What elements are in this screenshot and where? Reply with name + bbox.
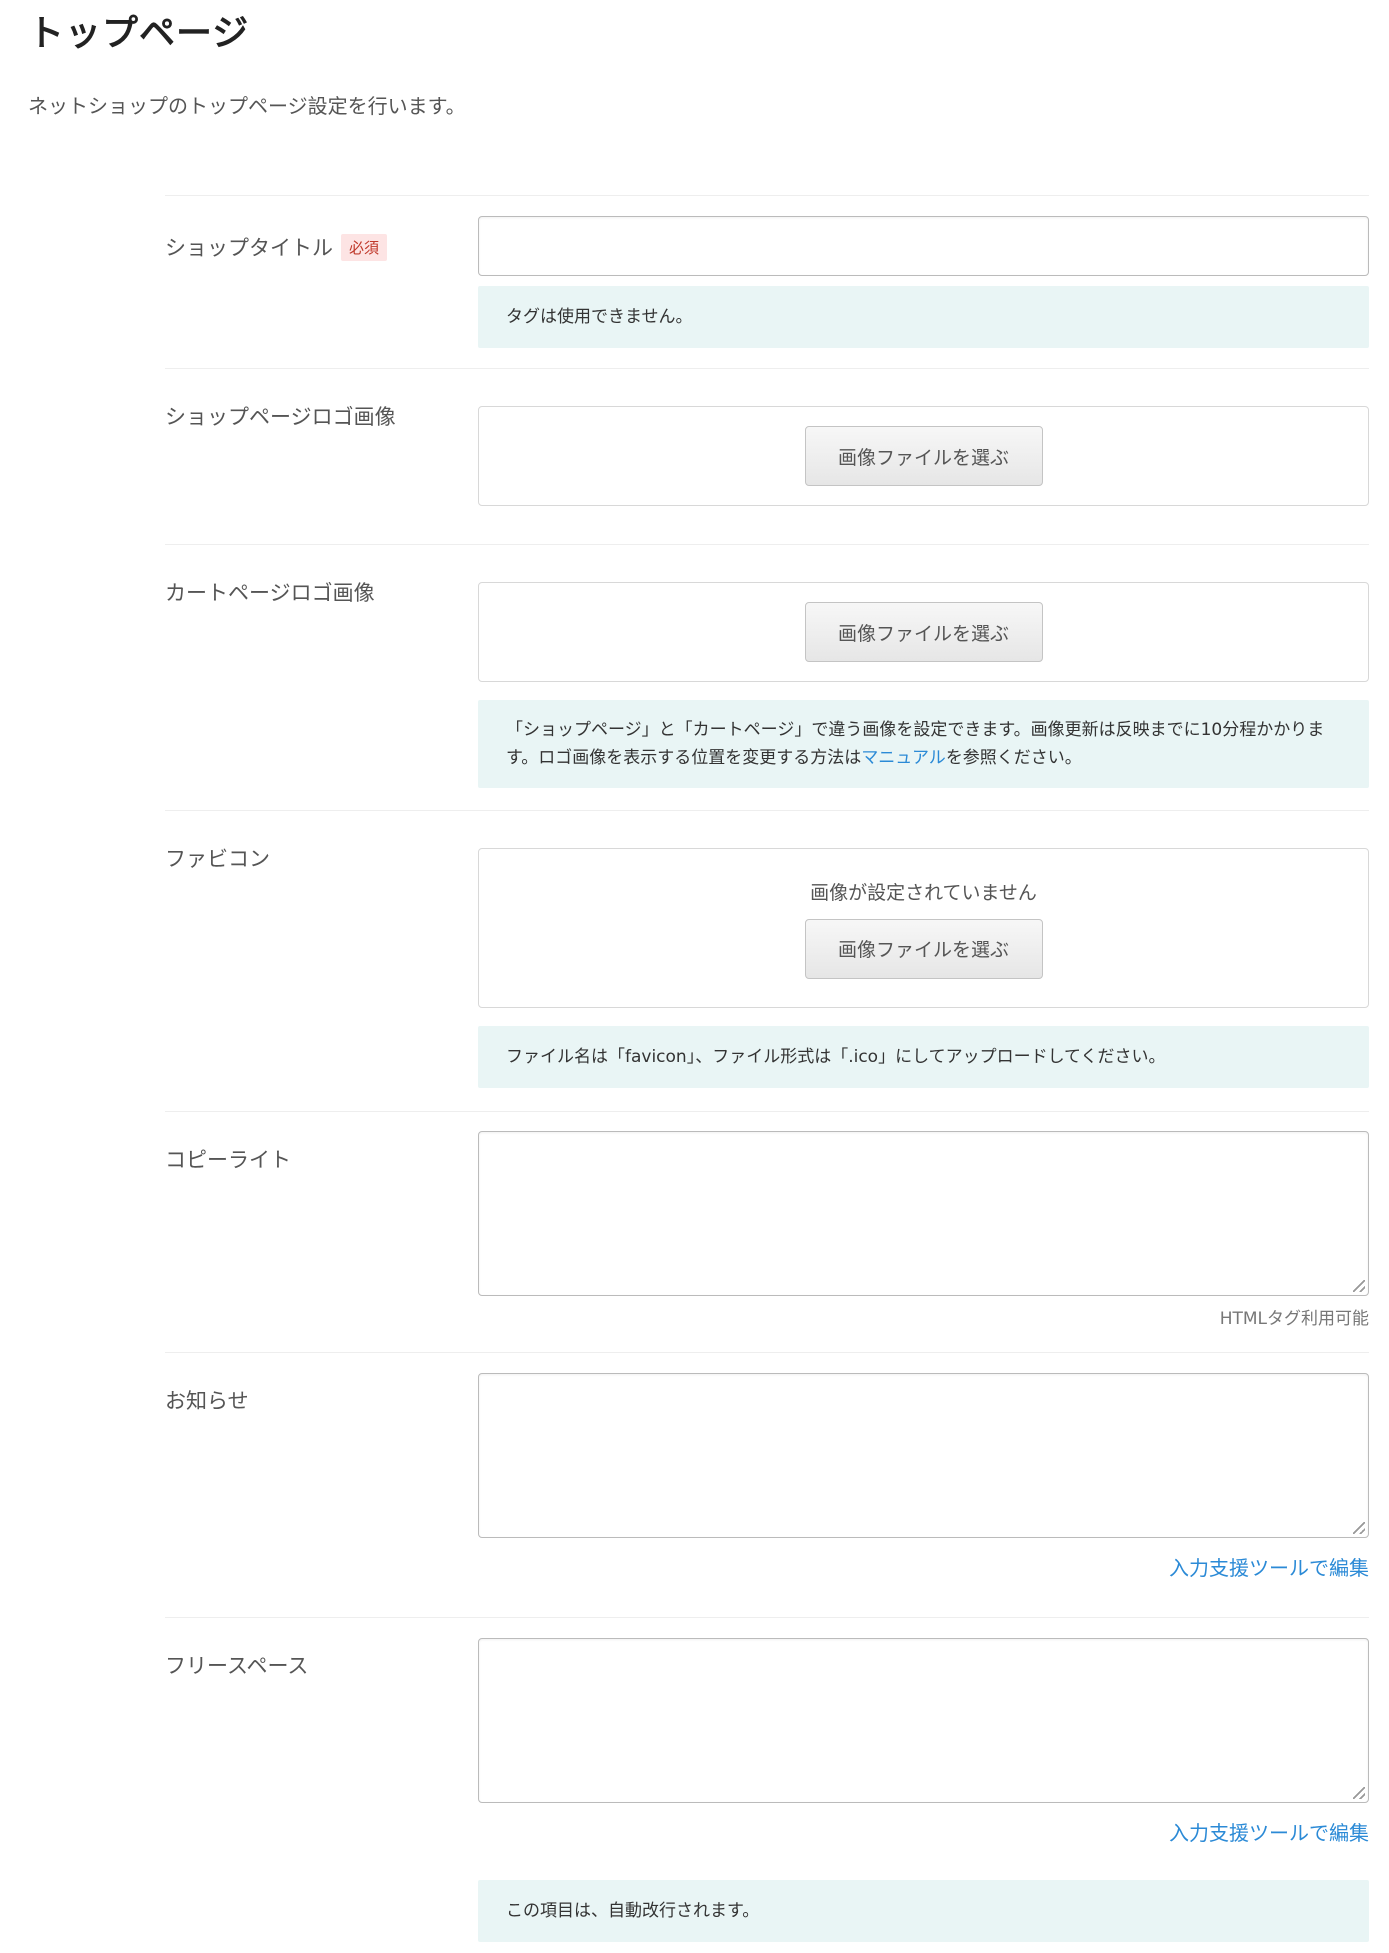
notice-textarea-wrap bbox=[478, 1373, 1369, 1538]
cart-logo-note-tail: を参照ください。 bbox=[945, 748, 1082, 768]
shop-title-note: タグは使用できません。 bbox=[478, 286, 1369, 348]
page-title: トップページ bbox=[28, 13, 250, 54]
favicon-label: ファビコン bbox=[165, 847, 270, 871]
free-space-note: この項目は、自動改行されます。 bbox=[478, 1880, 1369, 1942]
settings-form: ショップタイトル 必須 タグは使用できません。 ショップページロゴ画像 画像ファ… bbox=[165, 195, 1369, 1953]
page: トップページ ネットショップのトップページ設定を行います。 ショップタイトル 必… bbox=[0, 0, 1389, 1953]
free-space-textarea[interactable] bbox=[478, 1638, 1369, 1803]
shop-logo-choose-file-button[interactable]: 画像ファイルを選ぶ bbox=[804, 426, 1043, 486]
shop-logo-row: ショップページロゴ画像 画像ファイルを選ぶ bbox=[165, 369, 1369, 544]
free-space-label-group: フリースペース bbox=[165, 1618, 478, 1680]
copyright-textarea-wrap bbox=[478, 1131, 1369, 1296]
copyright-label: コピーライト bbox=[165, 1148, 291, 1172]
copyright-field: HTMLタグ利用可能 bbox=[478, 1112, 1369, 1329]
favicon-row: ファビコン 画像が設定されていません 画像ファイルを選ぶ ファイル名は「favi… bbox=[165, 811, 1369, 1111]
shop-logo-field: 画像ファイルを選ぶ bbox=[478, 369, 1369, 506]
shop-title-label-group: ショップタイトル 必須 bbox=[165, 196, 478, 262]
resize-handle-icon[interactable] bbox=[1353, 1522, 1365, 1534]
notice-field: 入力支援ツールで編集 bbox=[478, 1353, 1369, 1581]
favicon-note: ファイル名は「favicon」、ファイル形式は「.ico」にしてアップロードして… bbox=[478, 1026, 1369, 1088]
copyright-row: コピーライト HTMLタグ利用可能 bbox=[165, 1112, 1369, 1352]
notice-label: お知らせ bbox=[165, 1389, 249, 1413]
cart-logo-row: カートページロゴ画像 画像ファイルを選ぶ 「ショップページ」と「カートページ」で… bbox=[165, 545, 1369, 810]
cart-logo-note: 「ショップページ」と「カートページ」で違う画像を設定できます。画像更新は反映まで… bbox=[478, 700, 1369, 788]
cart-logo-label: カートページロゴ画像 bbox=[165, 581, 375, 605]
shop-logo-label: ショップページロゴ画像 bbox=[165, 405, 396, 429]
cart-logo-upload-box: 画像ファイルを選ぶ bbox=[478, 582, 1369, 682]
favicon-status: 画像が設定されていません bbox=[810, 881, 1037, 904]
notice-textarea[interactable] bbox=[478, 1373, 1369, 1538]
shop-title-field: タグは使用できません。 bbox=[478, 196, 1369, 348]
cart-logo-choose-file-button[interactable]: 画像ファイルを選ぶ bbox=[804, 602, 1043, 662]
free-space-textarea-wrap bbox=[478, 1638, 1369, 1803]
resize-handle-icon[interactable] bbox=[1353, 1787, 1365, 1799]
favicon-choose-file-button[interactable]: 画像ファイルを選ぶ bbox=[804, 918, 1043, 979]
required-badge: 必須 bbox=[341, 233, 388, 261]
cart-logo-field: 画像ファイルを選ぶ 「ショップページ」と「カートページ」で違う画像を設定できます… bbox=[478, 545, 1369, 788]
notice-label-group: お知らせ bbox=[165, 1353, 478, 1415]
page-description: ネットショップのトップページ設定を行います。 bbox=[28, 94, 466, 118]
free-space-field: 入力支援ツールで編集 この項目は、自動改行されます。 bbox=[478, 1618, 1369, 1942]
html-allowed-note: HTMLタグ利用可能 bbox=[1219, 1309, 1369, 1329]
free-space-row: フリースペース 入力支援ツールで編集 この項目は、自動改行されます。 bbox=[165, 1618, 1369, 1953]
shop-logo-upload-box: 画像ファイルを選ぶ bbox=[478, 406, 1369, 506]
manual-link[interactable]: マニュアル bbox=[861, 748, 946, 768]
cart-logo-label-group: カートページロゴ画像 bbox=[165, 545, 478, 607]
free-space-edit-tool-link[interactable]: 入力支援ツールで編集 bbox=[478, 1817, 1369, 1846]
shop-logo-label-group: ショップページロゴ画像 bbox=[165, 369, 478, 431]
notice-row: お知らせ 入力支援ツールで編集 bbox=[165, 1353, 1369, 1617]
copyright-label-group: コピーライト bbox=[165, 1112, 478, 1174]
notice-edit-tool-link[interactable]: 入力支援ツールで編集 bbox=[478, 1552, 1369, 1581]
favicon-label-group: ファビコン bbox=[165, 811, 478, 873]
copyright-textarea[interactable] bbox=[478, 1131, 1369, 1296]
shop-title-label: ショップタイトル bbox=[165, 236, 333, 260]
resize-handle-icon[interactable] bbox=[1353, 1280, 1365, 1292]
shop-title-row: ショップタイトル 必須 タグは使用できません。 bbox=[165, 196, 1369, 368]
free-space-label: フリースペース bbox=[165, 1654, 309, 1678]
favicon-field: 画像が設定されていません 画像ファイルを選ぶ ファイル名は「favicon」、フ… bbox=[478, 811, 1369, 1088]
favicon-upload-box: 画像が設定されていません 画像ファイルを選ぶ bbox=[478, 848, 1369, 1008]
shop-title-input[interactable] bbox=[478, 216, 1369, 276]
